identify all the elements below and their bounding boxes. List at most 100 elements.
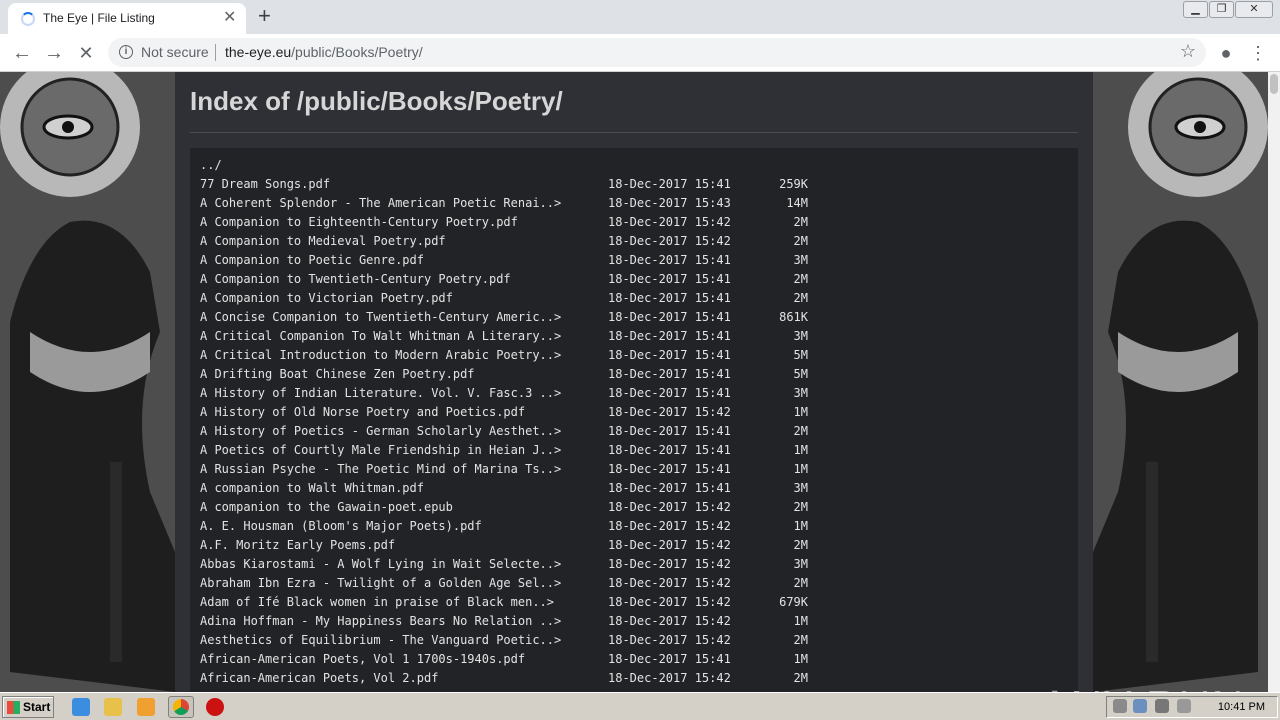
close-tab-icon[interactable]: ✕	[223, 8, 236, 28]
parent-directory-link[interactable]: ../	[200, 158, 222, 172]
file-size: 2M	[793, 538, 808, 552]
file-size: 2M	[793, 633, 808, 647]
table-row: African-American Poets, Vol 1 1700s-1940…	[200, 652, 1078, 671]
security-status[interactable]: Not secure	[141, 44, 209, 60]
file-link[interactable]: A Companion to Twentieth-Century Poetry.…	[200, 272, 511, 286]
file-date: 18-Dec-2017 15:41	[608, 272, 731, 286]
info-icon[interactable]: i	[119, 45, 133, 59]
stop-icon[interactable]	[206, 698, 224, 716]
table-row: A History of Poetics - German Scholarly …	[200, 424, 1078, 443]
file-link[interactable]: Abraham Ibn Ezra - Twilight of a Golden …	[200, 576, 561, 590]
start-label: Start	[23, 700, 51, 714]
table-row: A Companion to Poetic Genre.pdf 18-Dec-20…	[200, 253, 1078, 272]
table-row: A Companion to Victorian Poetry.pdf 18-De…	[200, 291, 1078, 310]
file-link[interactable]: A Russian Psyche - The Poetic Mind of Ma…	[200, 462, 561, 476]
file-link[interactable]: African-American Poets, Vol 1 1700s-1940…	[200, 652, 525, 666]
file-size: 5M	[793, 348, 808, 362]
file-link[interactable]: A. E. Housman (Bloom's Major Poets).pdf	[200, 519, 482, 533]
tab-strip: The Eye | File Listing ✕ + ▁ ❐ ✕	[0, 0, 1280, 34]
account-icon[interactable]: ●	[1212, 39, 1240, 67]
file-link[interactable]: A Companion to Medieval Poetry.pdf	[200, 234, 446, 248]
file-link[interactable]: A Companion to Victorian Poetry.pdf	[200, 291, 453, 305]
file-link[interactable]: Aesthetics of Equilibrium - The Vanguard…	[200, 633, 561, 647]
decorative-side-art-right	[1093, 72, 1268, 692]
menu-dots-icon[interactable]: ⋮	[1244, 39, 1272, 67]
tray-arrow-icon[interactable]	[1113, 699, 1127, 713]
back-arrow-icon[interactable]: ←	[8, 39, 36, 67]
stop-loading-icon[interactable]: ✕	[72, 39, 100, 67]
file-link[interactable]: A Poetics of Courtly Male Friendship in …	[200, 443, 561, 457]
file-link[interactable]: A.F. Moritz Early Poems.pdf	[200, 538, 395, 552]
address-bar[interactable]: i Not secure the-eye.eu/public/Books/Poe…	[108, 38, 1206, 67]
file-date: 18-Dec-2017 15:42	[608, 519, 731, 533]
volume-icon[interactable]	[1155, 699, 1169, 713]
table-row: A.F. Moritz Early Poems.pdf 18-Dec-2017 1…	[200, 538, 1078, 557]
new-tab-button[interactable]: +	[258, 3, 271, 29]
file-date: 18-Dec-2017 15:42	[608, 557, 731, 571]
loading-spinner-icon	[21, 12, 35, 26]
url-host: the-eye.eu	[225, 44, 292, 60]
file-link[interactable]: A Critical Companion To Walt Whitman A L…	[200, 329, 561, 343]
table-row: Adam of Ifé Black women in praise of Bla…	[200, 595, 1078, 614]
file-date: 18-Dec-2017 15:41	[608, 652, 731, 666]
bookmark-star-icon[interactable]: ☆	[1180, 41, 1196, 62]
internet-explorer-icon[interactable]	[72, 698, 90, 716]
minimize-button[interactable]: ▁	[1183, 1, 1208, 18]
url-text[interactable]: the-eye.eu/public/Books/Poetry/	[225, 44, 423, 60]
file-link[interactable]: A companion to Walt Whitman.pdf	[200, 481, 424, 495]
tab-title: The Eye | File Listing	[43, 11, 155, 25]
file-link[interactable]: Adina Hoffman - My Happiness Bears No Re…	[200, 614, 561, 628]
table-row: A Poetics of Courtly Male Friendship in …	[200, 443, 1078, 462]
file-size: 3M	[793, 253, 808, 267]
file-link[interactable]: A History of Poetics - German Scholarly …	[200, 424, 561, 438]
file-date: 18-Dec-2017 15:42	[608, 633, 731, 647]
file-link[interactable]: A Concise Companion to Twentieth-Century…	[200, 310, 561, 324]
page-scrollbar[interactable]	[1268, 72, 1280, 692]
restore-button[interactable]: ❐	[1209, 1, 1234, 18]
file-link[interactable]: A History of Indian Literature. Vol. V. …	[200, 386, 561, 400]
clock[interactable]: 10:41 PM	[1218, 701, 1265, 713]
file-link[interactable]: A Companion to Poetic Genre.pdf	[200, 253, 424, 267]
action-center-flag-icon[interactable]	[1177, 699, 1191, 713]
close-window-button[interactable]: ✕	[1235, 1, 1273, 18]
file-date: 18-Dec-2017 15:41	[608, 291, 731, 305]
file-link[interactable]: A Companion to Eighteenth-Century Poetry…	[200, 215, 518, 229]
file-date: 18-Dec-2017 15:42	[608, 234, 731, 248]
tab-active[interactable]: The Eye | File Listing ✕	[8, 3, 246, 34]
file-size: 861K	[779, 310, 808, 324]
start-button[interactable]: Start	[2, 696, 54, 718]
file-link[interactable]: Adam of Ifé Black women in praise of Bla…	[200, 595, 554, 609]
file-size: 2M	[793, 215, 808, 229]
main-content: Index of /public/Books/Poetry/ ../ 77 Dr…	[175, 72, 1093, 692]
file-size: 259K	[779, 177, 808, 191]
file-date: 18-Dec-2017 15:42	[608, 538, 731, 552]
file-date: 18-Dec-2017 15:42	[608, 595, 731, 609]
file-listing: ../ 77 Dream Songs.pdf 18-Dec-2017 15:41 2…	[190, 148, 1078, 692]
file-date: 18-Dec-2017 15:41	[608, 329, 731, 343]
table-row: A companion to Walt Whitman.pdf 18-Dec-20…	[200, 481, 1078, 500]
scrollbar-thumb[interactable]	[1270, 74, 1278, 94]
file-date: 18-Dec-2017 15:41	[608, 424, 731, 438]
file-link[interactable]: A companion to the Gawain-poet.epub	[200, 500, 453, 514]
file-link[interactable]: African-American Poets, Vol 2.pdf	[200, 671, 438, 685]
table-row: A Critical Introduction to Modern Arabic…	[200, 348, 1078, 367]
file-link[interactable]: A History of Old Norse Poetry and Poetic…	[200, 405, 525, 419]
table-row: A Russian Psyche - The Poetic Mind of Ma…	[200, 462, 1078, 481]
file-size: 2M	[793, 500, 808, 514]
file-link[interactable]: 77 Dream Songs.pdf	[200, 177, 330, 191]
windows-logo-icon	[7, 701, 20, 714]
file-link[interactable]: A Drifting Boat Chinese Zen Poetry.pdf	[200, 367, 475, 381]
file-date: 18-Dec-2017 15:42	[608, 500, 731, 514]
table-row: A History of Old Norse Poetry and Poetic…	[200, 405, 1078, 424]
forward-arrow-icon[interactable]: →	[40, 39, 68, 67]
file-link[interactable]: Abbas Kiarostami - A Wolf Lying in Wait …	[200, 557, 561, 571]
folder-icon[interactable]	[104, 698, 122, 716]
chrome-icon	[173, 699, 189, 715]
file-date: 18-Dec-2017 15:41	[608, 462, 731, 476]
table-row: A. E. Housman (Bloom's Major Poets).pdf 1…	[200, 519, 1078, 538]
media-player-icon[interactable]	[137, 698, 155, 716]
file-size: 2M	[793, 576, 808, 590]
file-link[interactable]: A Critical Introduction to Modern Arabic…	[200, 348, 561, 362]
file-link[interactable]: A Coherent Splendor - The American Poeti…	[200, 196, 561, 210]
network-icon[interactable]	[1133, 699, 1147, 713]
